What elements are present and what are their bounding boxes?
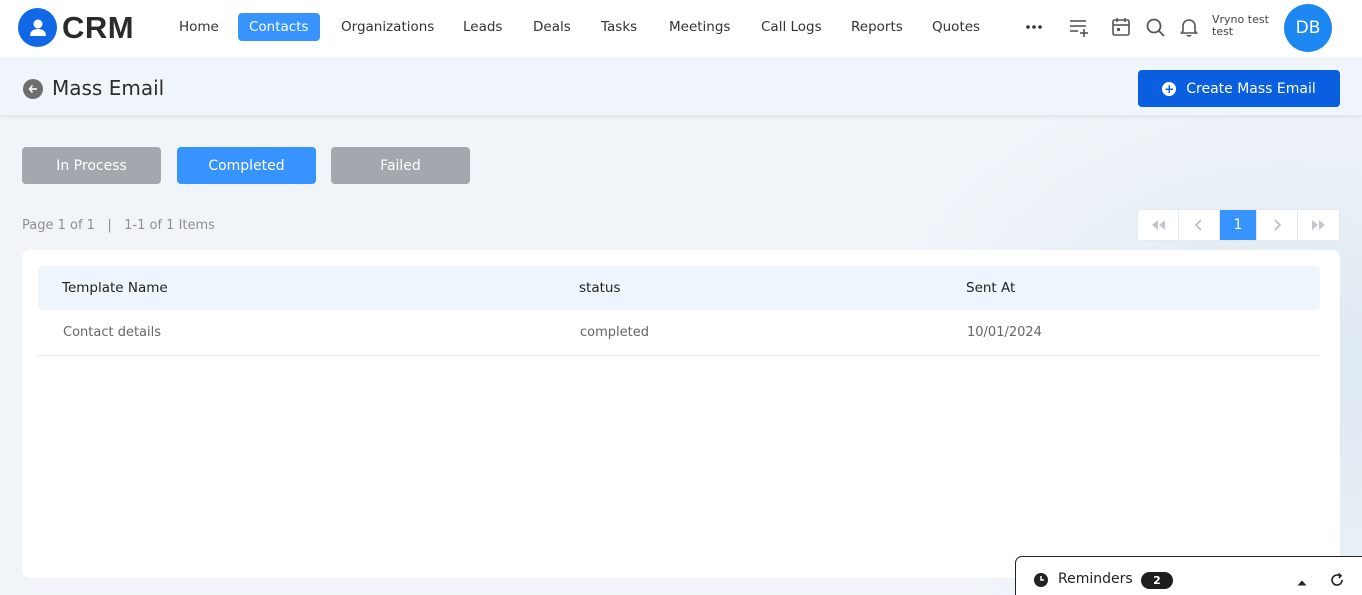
nav-contacts[interactable]: Contacts: [238, 13, 320, 41]
caret-up-icon[interactable]: [1296, 574, 1308, 586]
more-horizontal-icon[interactable]: [1022, 15, 1046, 39]
tab-in-process[interactable]: In Process: [22, 147, 161, 184]
pagination-controls: 1: [1137, 209, 1340, 241]
logo-text: CRM: [62, 9, 135, 45]
nav-tasks[interactable]: Tasks: [590, 13, 648, 41]
nav-deals[interactable]: Deals: [522, 13, 582, 41]
refresh-icon[interactable]: [1329, 572, 1345, 588]
avatar[interactable]: DB: [1284, 4, 1332, 52]
top-navbar: CRM Home Contacts Organizations Leads De…: [0, 0, 1362, 57]
separator: |: [99, 218, 121, 233]
nav-reports[interactable]: Reports: [840, 13, 914, 41]
search-icon[interactable]: [1143, 15, 1167, 39]
calendar-icon[interactable]: [1109, 15, 1133, 39]
nav-meetings[interactable]: Meetings: [658, 13, 741, 41]
last-page-icon[interactable]: [1298, 210, 1339, 240]
cell-status: completed: [580, 325, 649, 340]
create-mass-email-button[interactable]: + Create Mass Email: [1138, 70, 1340, 107]
logo-user-icon: [18, 8, 57, 47]
reminders-panel[interactable]: Reminders 2: [1015, 556, 1362, 595]
nav-call-logs[interactable]: Call Logs: [750, 13, 833, 41]
app-logo[interactable]: CRM: [18, 8, 134, 47]
back-arrow-icon[interactable]: [23, 79, 43, 99]
column-header-sent-at[interactable]: Sent At: [966, 280, 1015, 296]
user-name: Vryno test test: [1212, 14, 1269, 38]
add-list-icon[interactable]: [1067, 15, 1091, 39]
clock-icon: [1033, 572, 1049, 588]
next-page-icon[interactable]: [1257, 210, 1298, 240]
nav-leads[interactable]: Leads: [452, 13, 513, 41]
create-mass-email-label: Create Mass Email: [1186, 80, 1316, 97]
reminders-count-badge: 2: [1141, 572, 1173, 589]
pagination-info: Page 1 of 1 | 1-1 of 1 Items: [22, 218, 215, 233]
page-header: Mass Email + Create Mass Email: [0, 57, 1362, 115]
tab-failed[interactable]: Failed: [331, 147, 470, 184]
plus-circle-icon: +: [1162, 81, 1177, 96]
column-header-template-name[interactable]: Template Name: [62, 280, 168, 296]
page-label: Page 1 of 1: [22, 218, 95, 233]
reminders-label: Reminders: [1058, 571, 1133, 587]
nav-quotes[interactable]: Quotes: [921, 13, 991, 41]
page-title: Mass Email: [52, 76, 165, 100]
first-page-icon[interactable]: [1138, 210, 1179, 240]
prev-page-icon[interactable]: [1179, 210, 1220, 240]
column-header-status[interactable]: status: [579, 280, 620, 296]
cell-template-name[interactable]: Contact details: [63, 325, 161, 340]
nav-organizations[interactable]: Organizations: [330, 13, 445, 41]
mass-email-table: Template Name status Sent At Contact det…: [22, 250, 1340, 578]
user-name-line2: test: [1212, 25, 1234, 38]
bell-icon[interactable]: [1177, 15, 1201, 39]
table-row[interactable]: Contact details completed 10/01/2024: [38, 310, 1320, 356]
page-number-current[interactable]: 1: [1220, 210, 1257, 240]
table-header: Template Name status Sent At: [38, 266, 1320, 310]
tab-completed[interactable]: Completed: [177, 147, 316, 184]
items-label: 1-1 of 1 Items: [124, 218, 215, 233]
cell-sent-at: 10/01/2024: [967, 325, 1042, 340]
nav-home[interactable]: Home: [168, 13, 230, 41]
